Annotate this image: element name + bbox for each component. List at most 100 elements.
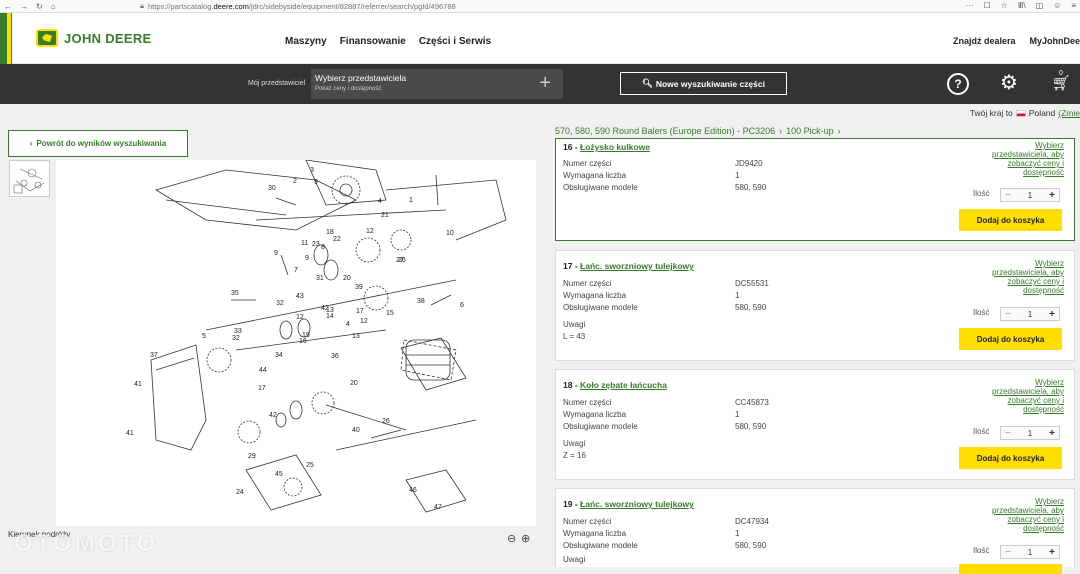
plus-icon[interactable]: + xyxy=(1045,547,1059,558)
plus-icon[interactable]: + xyxy=(1045,309,1059,320)
diagram-callout[interactable]: 25 xyxy=(306,462,314,469)
library-icon[interactable]: Ⅲ\ xyxy=(1018,1,1026,10)
select-dealer-link[interactable]: Wybierz przedstawiciela, aby zobaczyć ce… xyxy=(979,259,1064,295)
diagram-callout[interactable]: 38 xyxy=(417,298,425,305)
diagram-callout[interactable]: 8 xyxy=(321,244,325,251)
zoom-in-icon[interactable]: ⊕ xyxy=(521,532,530,545)
add-to-cart-button[interactable]: Dodaj do koszyka xyxy=(959,447,1062,469)
breadcrumb-section[interactable]: 100 Pick-up xyxy=(786,126,834,136)
diagram-callout[interactable]: 35 xyxy=(231,290,239,297)
part-name-link[interactable]: Łańc. sworzniowy tulejkowy xyxy=(580,499,694,509)
diagram-callout[interactable]: 32 xyxy=(276,300,284,307)
diagram-callout[interactable]: 4 xyxy=(378,198,382,205)
diagram-callout[interactable]: 29 xyxy=(248,453,256,460)
new-parts-search-button[interactable]: 🔍︎ Nowe wyszukiwanie części xyxy=(620,72,787,95)
diagram-callout[interactable]: 17 xyxy=(356,308,364,315)
diagram-callout[interactable]: 24 xyxy=(236,489,244,496)
diagram-callout[interactable]: 9 xyxy=(274,250,278,257)
account-icon[interactable]: ☺ xyxy=(1053,1,1061,10)
add-to-cart-button[interactable]: Dodaj do koszyka xyxy=(959,209,1062,231)
sidebar-icon[interactable]: ◫ xyxy=(1036,1,1044,10)
select-dealer-link[interactable]: Wybierz przedstawiciela, aby zobaczyć ce… xyxy=(979,497,1064,533)
diagram-callout[interactable]: 1 xyxy=(409,197,413,204)
diagram-callout[interactable]: 18 xyxy=(326,229,334,236)
add-to-cart-button[interactable] xyxy=(959,564,1062,574)
diagram-callout[interactable]: 40 xyxy=(352,427,360,434)
john-deere-logo[interactable]: JOHN DEERE xyxy=(36,29,152,47)
diagram-callout[interactable]: 16 xyxy=(299,338,307,345)
nav-parts-service[interactable]: Części i Serwis xyxy=(419,36,491,47)
select-dealer-link[interactable]: Wybierz przedstawiciela, aby zobaczyć ce… xyxy=(979,141,1064,177)
pocket-icon[interactable]: ☐ xyxy=(984,1,991,10)
select-dealer-box[interactable]: Wybierz przedstawiciela Pokaż ceny i dos… xyxy=(311,69,563,99)
diagram-callout[interactable]: 30 xyxy=(268,185,276,192)
add-to-cart-button[interactable]: Dodaj do koszyka xyxy=(959,328,1062,350)
gear-icon[interactable]: ⚙ xyxy=(998,73,1020,95)
diagram-callout[interactable]: 4 xyxy=(346,321,350,328)
diagram-callout[interactable]: 42 xyxy=(269,412,277,419)
diagram-callout[interactable]: 27 xyxy=(396,257,404,264)
diagram-callout[interactable]: 20 xyxy=(350,380,358,387)
diagram-callout[interactable]: 26 xyxy=(382,418,390,425)
diagram-callout[interactable]: 11 xyxy=(301,240,308,247)
diagram-callout[interactable]: 33 xyxy=(234,328,242,335)
diagram-callout[interactable]: 13 xyxy=(352,333,360,340)
part-name-link[interactable]: Koło zębate łańcucha xyxy=(580,380,667,390)
change-country-link[interactable]: (Zmie xyxy=(1058,108,1080,118)
my-john-deere-link[interactable]: MyJohnDee xyxy=(1029,36,1080,46)
nav-financing[interactable]: Finansowanie xyxy=(340,36,406,47)
diagram-callout[interactable]: 37 xyxy=(150,352,158,359)
help-icon[interactable]: ? xyxy=(947,73,969,95)
diagram-callout[interactable]: 47 xyxy=(434,504,442,511)
minus-icon[interactable]: − xyxy=(1001,190,1015,201)
reload-icon[interactable]: ↻ xyxy=(36,2,43,11)
home-icon[interactable]: ⌂ xyxy=(51,2,56,11)
diagram-callout[interactable]: 34 xyxy=(275,352,283,359)
menu-icon[interactable]: ≡ xyxy=(1071,1,1076,10)
minus-icon[interactable]: − xyxy=(1001,428,1015,439)
diagram-callout[interactable]: 12 xyxy=(360,318,368,325)
diagram-callout[interactable]: 15 xyxy=(386,310,394,317)
part-name-link[interactable]: Łożysko kulkowe xyxy=(580,142,650,152)
plus-icon[interactable]: + xyxy=(1045,428,1059,439)
quantity-input[interactable]: 1 xyxy=(1015,429,1045,438)
quantity-input[interactable]: 1 xyxy=(1015,310,1045,319)
add-dealer-plus-icon[interactable]: + xyxy=(539,72,551,95)
diagram-callout[interactable]: 46 xyxy=(409,487,417,494)
diagram-callout[interactable]: 44 xyxy=(259,367,267,374)
quantity-input[interactable]: 1 xyxy=(1015,191,1045,200)
diagram-callout[interactable]: 43 xyxy=(296,293,304,300)
diagram-callout[interactable]: 21 xyxy=(381,212,389,219)
diagram-callout[interactable]: 14 xyxy=(326,313,334,320)
plus-icon[interactable]: + xyxy=(1045,190,1059,201)
diagram-callout[interactable]: 7 xyxy=(294,267,298,274)
part-name-link[interactable]: Łańc. sworzniowy tulejkowy xyxy=(580,261,694,271)
diagram-callout[interactable]: 9 xyxy=(314,179,318,186)
diagram-callout[interactable]: 10 xyxy=(446,230,454,237)
forward-arrow-icon[interactable]: → xyxy=(20,2,28,11)
address-bar[interactable]: 🔒︎ https://partscatalog.deere.com/jdrc/s… xyxy=(140,1,456,11)
more-icon[interactable]: ··· xyxy=(966,1,974,10)
bookmark-star-icon[interactable]: ☆ xyxy=(1001,1,1008,10)
zoom-out-icon[interactable]: ⊖ xyxy=(507,532,516,545)
diagram-callout[interactable]: 2 xyxy=(293,178,297,185)
nav-machines[interactable]: Maszyny xyxy=(285,36,327,47)
diagram-callout[interactable]: 45 xyxy=(275,471,283,478)
diagram-callout[interactable]: 12 xyxy=(296,314,304,321)
diagram-callout[interactable]: 5 xyxy=(202,333,206,340)
back-arrow-icon[interactable]: ← xyxy=(4,2,12,11)
back-to-results-button[interactable]: ‹ Powrót do wyników wyszukiwania xyxy=(8,130,188,157)
diagram-callout[interactable]: 6 xyxy=(460,302,464,309)
minus-icon[interactable]: − xyxy=(1001,309,1015,320)
diagram-callout[interactable]: 17 xyxy=(258,385,266,392)
diagram-callout[interactable]: 31 xyxy=(316,275,324,282)
diagram-callout[interactable]: 12 xyxy=(366,228,374,235)
diagram-callout[interactable]: 36 xyxy=(331,353,339,360)
diagram-callout[interactable]: 22 xyxy=(333,236,341,243)
find-dealer-link[interactable]: Znajdź dealera xyxy=(953,36,1016,46)
quantity-input[interactable]: 1 xyxy=(1015,548,1045,557)
breadcrumb-model[interactable]: 570, 580, 590 Round Balers (Europe Editi… xyxy=(555,126,775,136)
diagram-callout[interactable]: 32 xyxy=(232,335,240,342)
diagram-callout[interactable]: 41 xyxy=(126,430,134,437)
minus-icon[interactable]: − xyxy=(1001,547,1015,558)
